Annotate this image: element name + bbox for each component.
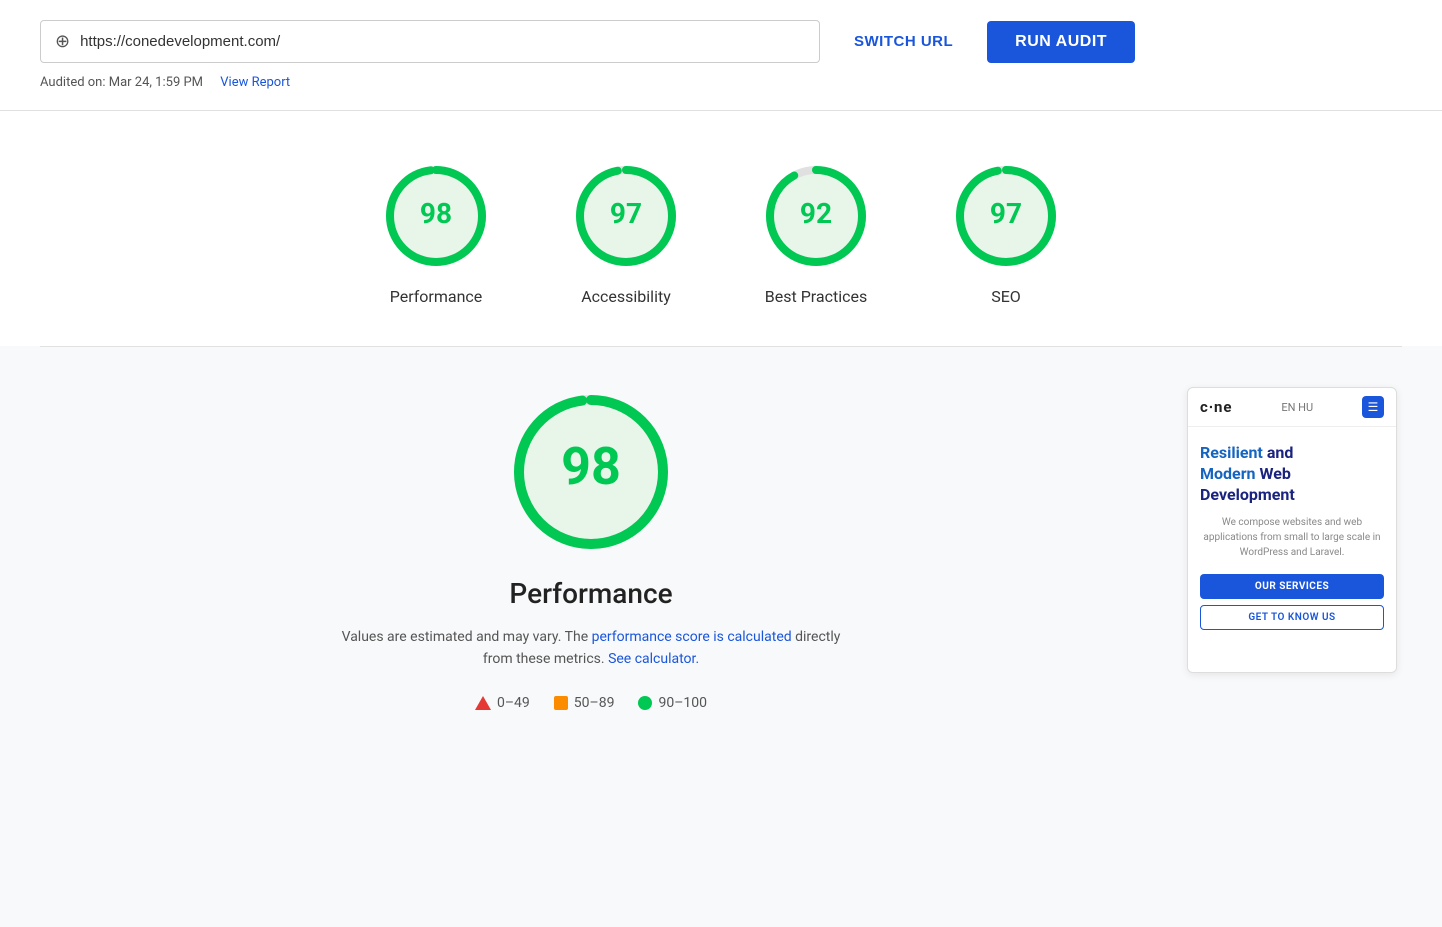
top-bar: ⊕ SWITCH URL RUN AUDIT Audited on: Mar 2…	[0, 0, 1442, 111]
screenshot-hero-text: Resilient and Modern Web Development	[1200, 443, 1384, 505]
detail-score-title: Performance	[509, 577, 672, 610]
switch-url-button[interactable]: SWITCH URL	[836, 23, 971, 60]
see-calculator-link[interactable]: See calculator.	[608, 651, 699, 667]
legend-red-icon	[475, 696, 491, 710]
accessibility-label: Accessibility	[581, 287, 671, 306]
scores-section: 98 Performance 97 Accessibility 92 Best …	[0, 111, 1442, 346]
screenshot-header: c∙ne EN HU ☰	[1188, 388, 1396, 427]
best-practices-label: Best Practices	[765, 287, 867, 306]
svg-text:97: 97	[990, 197, 1022, 230]
screenshot-fade	[1188, 642, 1396, 672]
legend-item-green: 90–100	[638, 695, 707, 711]
detail-left: 98 Performance Values are estimated and …	[40, 387, 1142, 711]
screenshot-body: Resilient and Modern Web Development We …	[1188, 427, 1396, 642]
svg-text:92: 92	[800, 197, 832, 230]
performance-circle: 98	[381, 161, 491, 271]
score-item-accessibility: 97 Accessibility	[571, 161, 681, 306]
svg-text:98: 98	[561, 436, 621, 497]
audit-date: Audited on: Mar 24, 1:59 PM	[40, 75, 203, 90]
hero-development: Development	[1200, 485, 1295, 504]
legend-item-orange: 50–89	[554, 695, 615, 711]
svg-text:97: 97	[610, 197, 642, 230]
hero-resilient: Resilient	[1200, 443, 1263, 462]
run-audit-button[interactable]: RUN AUDIT	[987, 21, 1135, 63]
description-prefix: Values are estimated and may vary. The	[342, 629, 592, 645]
score-item-seo: 97 SEO	[951, 161, 1061, 306]
globe-icon: ⊕	[55, 31, 70, 52]
seo-circle: 97	[951, 161, 1061, 271]
view-report-link[interactable]: View Report	[220, 75, 290, 90]
legend-green-label: 90–100	[658, 695, 707, 711]
hero-and: and	[1263, 443, 1294, 462]
legend: 0–49 50–89 90–100	[475, 695, 707, 711]
legend-green-icon	[638, 696, 652, 710]
hero-modern: Modern	[1200, 464, 1256, 483]
audit-meta: Audited on: Mar 24, 1:59 PM View Report	[40, 75, 1402, 90]
screenshot-logo: c∙ne	[1200, 398, 1233, 416]
performance-label: Performance	[390, 287, 483, 306]
detail-section: 98 Performance Values are estimated and …	[0, 347, 1442, 751]
screenshot-menu-icon: ☰	[1362, 396, 1384, 418]
screenshot-lang: EN HU	[1281, 401, 1313, 414]
score-item-best-practices: 92 Best Practices	[761, 161, 871, 306]
screenshot-know-us-button: GET TO KNOW US	[1200, 605, 1384, 630]
legend-red-label: 0–49	[497, 695, 530, 711]
detail-performance-circle: 98	[506, 387, 676, 557]
seo-label: SEO	[991, 287, 1021, 306]
screenshot-card: c∙ne EN HU ☰ Resilient and Modern Web De…	[1187, 387, 1397, 673]
detail-description: Values are estimated and may vary. The p…	[341, 626, 841, 671]
legend-item-red: 0–49	[475, 695, 530, 711]
url-input-wrapper: ⊕	[40, 20, 820, 63]
url-row: ⊕ SWITCH URL RUN AUDIT	[40, 20, 1402, 63]
screenshot-services-button: OUR SERVICES	[1200, 574, 1384, 599]
best-practices-circle: 92	[761, 161, 871, 271]
accessibility-circle: 97	[571, 161, 681, 271]
screenshot-sub: We compose websites and web applications…	[1200, 515, 1384, 560]
detail-right: c∙ne EN HU ☰ Resilient and Modern Web De…	[1182, 387, 1402, 711]
performance-score-link[interactable]: performance score is calculated	[592, 629, 792, 645]
hero-web: Web	[1260, 464, 1291, 483]
score-item-performance: 98 Performance	[381, 161, 491, 306]
legend-orange-icon	[554, 696, 568, 710]
legend-orange-label: 50–89	[574, 695, 615, 711]
svg-text:98: 98	[420, 197, 452, 230]
url-input[interactable]	[80, 33, 805, 50]
